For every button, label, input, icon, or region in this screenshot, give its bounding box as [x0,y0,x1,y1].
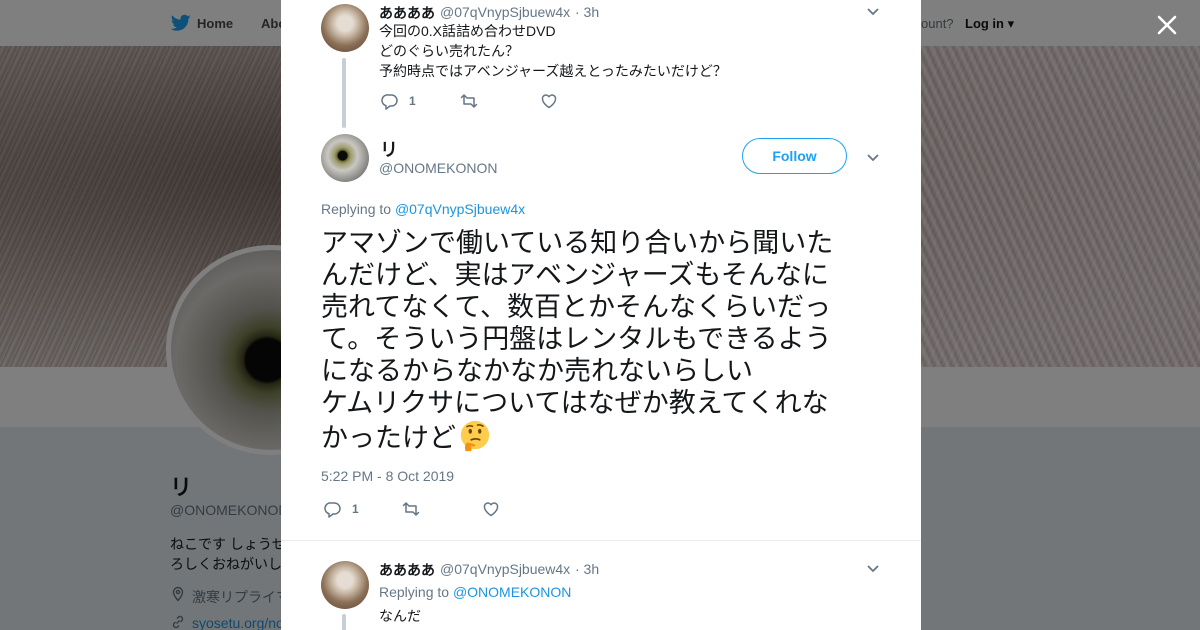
main-tweet-author-handle[interactable]: @ONOMEKONON [379,160,497,176]
thinking-face-icon [460,420,490,452]
heart-icon [483,502,499,517]
tweet-text-line: 今回の0.X話詰め合わせDVD [379,23,556,39]
reply-icon [324,502,341,518]
tweet-text-line: 予約時点ではアベンジャーズ越えとったみたいだけど？ [379,63,727,79]
reply-button[interactable]: 1 [324,500,359,518]
main-tweet-last-line: かったけど [321,419,866,454]
tweet-permalink-modal: ああああ @07qVnypSjbuew4x · 3h 今回の0.X話詰め合わせD… [281,0,921,630]
avatar[interactable] [321,134,369,182]
close-icon[interactable] [1154,12,1180,38]
main-tweet-line: んだけど、実はアベンジャーズもそんなに [321,260,829,290]
main-tweet-line: 売れてなくて、数百とかそんなくらいだっ [321,292,832,322]
tweet-time[interactable]: · 3h [575,4,599,20]
replying-to: Replying to @ONOMEKONON [379,582,571,602]
reply-count: 1 [409,94,416,108]
main-tweet-author-name[interactable]: リ [380,136,398,162]
reply-button[interactable]: 1 [381,92,416,110]
main-tweet-line: になるからなかなか売れないらしい [321,356,753,386]
retweet-icon [402,502,420,516]
tweet-divider [281,540,921,541]
replying-to-label: Replying to [321,201,392,217]
retweet-button[interactable] [460,92,478,110]
tweet-author-handle[interactable]: @07qVnypSjbuew4x [440,4,570,20]
avatar[interactable] [321,561,369,609]
heart-icon [541,94,557,109]
retweet-icon [460,94,478,108]
tweet-timestamp[interactable]: 5:22 PM - 8 Oct 2019 [321,468,454,484]
replying-to: Replying to @07qVnypSjbuew4x [321,201,525,217]
chevron-down-icon[interactable] [866,153,880,163]
tweet-time[interactable]: · 3h [575,561,599,577]
tweet-text-line: なんだ [379,608,421,624]
chevron-down-icon[interactable] [866,564,880,574]
reply-count: 1 [352,502,359,516]
main-tweet-line: アマゾンで働いている知り合いから聞いた [321,228,834,258]
thread-line [342,58,346,128]
replying-to-link[interactable]: @ONOMEKONON [453,584,571,600]
like-button[interactable] [482,500,500,518]
tweet-author-name[interactable]: ああああ [379,560,435,580]
replying-to-link[interactable]: @07qVnypSjbuew4x [395,201,525,217]
main-tweet-line: て。そういう円盤はレンタルもできるよう [321,324,832,354]
tweet-author-handle[interactable]: @07qVnypSjbuew4x [440,561,570,577]
chevron-down-icon[interactable] [866,7,880,17]
avatar[interactable] [321,4,369,52]
tweet-author-name[interactable]: ああああ [379,3,435,23]
main-tweet-text: アマゾンで働いている知り合いから聞いた んだけど、実はアベンジャーズもそんなに … [321,227,866,454]
main-tweet-line: かったけど [321,423,456,453]
follow-button[interactable]: Follow [742,138,847,174]
reply-icon [381,94,398,110]
tweet-text-line: どのぐらい売れたん？ [379,43,519,59]
thread-line [342,614,346,630]
main-tweet-line: ケムリクサについてはなぜか教えてくれな [321,388,829,418]
retweet-button[interactable] [402,500,420,518]
replying-to-label: Replying to [379,584,450,600]
like-button[interactable] [540,92,558,110]
